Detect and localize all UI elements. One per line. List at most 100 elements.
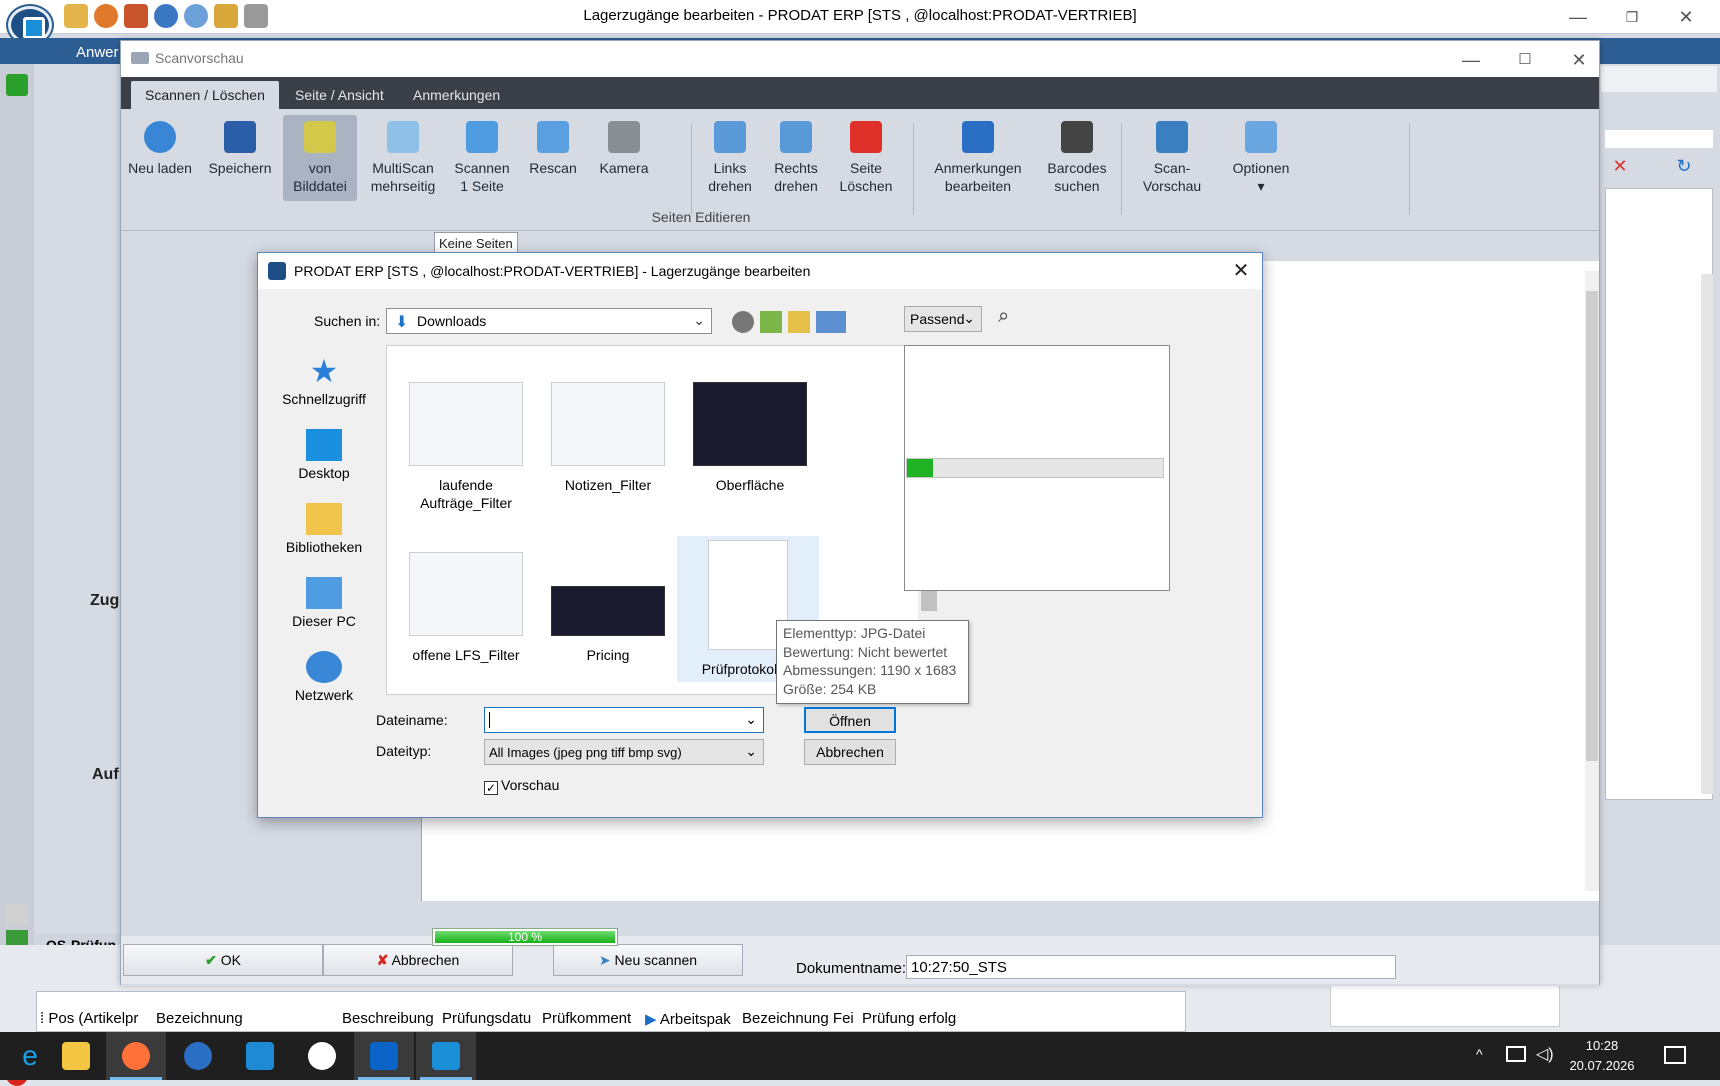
tab-seite-ansicht[interactable]: Seite / Ansicht (281, 81, 398, 109)
clear-icon[interactable]: ✕ (1605, 156, 1635, 180)
internet-explorer-icon: e (22, 1040, 38, 1071)
app-button[interactable] (168, 1032, 228, 1080)
rescan-button[interactable]: Rescan (521, 115, 585, 201)
place-schnellzugriff[interactable]: ★ Schnellzugriff (268, 355, 380, 407)
minimize-button[interactable]: — (1558, 4, 1598, 30)
volume-icon[interactable]: ◁) (1536, 1044, 1554, 1064)
file-item[interactable]: laufende Aufträge_Filter (401, 382, 531, 512)
abbrechen-button[interactable]: ✘ Abbrechen (323, 944, 513, 976)
col-header[interactable]: Bezeichnung Fei (742, 1010, 854, 1027)
scannen-1-seite-button[interactable]: Scannen 1 Seite (447, 115, 517, 201)
clock-icon[interactable] (184, 4, 208, 28)
tab-scannen-loeschen[interactable]: Scannen / Löschen (131, 81, 279, 109)
tab-anmerkungen[interactable]: Anmerkungen (399, 81, 514, 109)
right-list[interactable] (1605, 188, 1713, 800)
doc-scrollbar[interactable] (1585, 271, 1599, 891)
teamviewer-button[interactable] (292, 1032, 352, 1080)
pencil-icon[interactable] (64, 4, 88, 28)
restore-button[interactable]: ❐ (1612, 4, 1652, 30)
filename-input[interactable]: ⌄ (484, 707, 764, 733)
docname-label: Dokumentname: (796, 960, 907, 977)
seite-loeschen-button[interactable]: Seite Löschen (833, 115, 899, 201)
check-icon[interactable] (6, 74, 28, 96)
ribbon-separator (691, 123, 692, 215)
place-dieser-pc[interactable]: Dieser PC (268, 577, 380, 629)
right-field[interactable] (1605, 130, 1713, 148)
docname-input[interactable] (906, 955, 1396, 979)
network-icon[interactable] (1506, 1046, 1526, 1062)
refresh-icon[interactable]: ↻ (1669, 156, 1699, 180)
col-header[interactable]: Prüfkomment (542, 1010, 631, 1027)
optionen-button[interactable]: Optionen ▾ (1219, 115, 1303, 201)
book-icon[interactable] (214, 4, 238, 28)
doc-scroll-thumb[interactable] (1586, 291, 1598, 761)
open-button[interactable]: Öffnen (804, 707, 896, 733)
filetype-dropdown[interactable]: All Images (jpeg png tiff bmp svg) ⌄ (484, 739, 764, 765)
blank-icon[interactable] (6, 904, 28, 926)
new-folder-icon[interactable] (788, 311, 810, 333)
chevron-up-icon[interactable]: ^ (1476, 1046, 1483, 1062)
vscode-button[interactable] (230, 1032, 290, 1080)
chevron-down-icon[interactable]: ⌄ (745, 711, 757, 728)
zoom-dropdown[interactable]: Passend ⌄ (904, 306, 982, 332)
file-item[interactable]: offene LFS_Filter (401, 552, 531, 664)
neu-laden-button[interactable]: Neu laden (123, 115, 197, 201)
neu-scannen-button[interactable]: ➤ Neu scannen (553, 944, 743, 976)
col-header[interactable]: Beschreibung (342, 1010, 434, 1027)
place-netzwerk[interactable]: Netzwerk (268, 651, 380, 703)
firefox-icon (122, 1042, 150, 1070)
file-item[interactable]: Notizen_Filter (543, 382, 673, 494)
links-drehen-button[interactable]: Links drehen (699, 115, 761, 201)
box-icon[interactable] (124, 4, 148, 28)
preview-checkbox[interactable]: ✓ Vorschau (484, 777, 559, 795)
document-thumbnail[interactable] (1330, 985, 1560, 1027)
scan-close-button[interactable]: ✕ (1559, 47, 1599, 73)
scan-minimize-button[interactable]: — (1451, 47, 1491, 73)
vscode-icon (246, 1042, 274, 1070)
search-icon[interactable]: ⌕ (998, 305, 1009, 328)
col-header[interactable]: Bezeichnung (156, 1010, 243, 1027)
clock[interactable]: 10:28 20.07.2026 (1560, 1036, 1644, 1076)
lookin-dropdown[interactable]: ⬇ Downloads ⌄ (386, 308, 712, 334)
checkbox-box[interactable]: ✓ (484, 781, 498, 795)
scan-vorschau-button[interactable]: Scan- Vorschau (1129, 115, 1215, 201)
filename-label: Dateiname: (376, 712, 448, 728)
place-bibliotheken[interactable]: Bibliotheken (268, 503, 380, 555)
firefox-button[interactable] (106, 1032, 166, 1080)
file-item[interactable]: Oberfläche (685, 382, 815, 494)
explorer-button[interactable] (46, 1032, 106, 1080)
ok-button[interactable]: ✔ OK (123, 944, 323, 976)
gears-icon[interactable] (244, 4, 268, 28)
speichern-button[interactable]: Speichern (203, 115, 277, 201)
col-header[interactable]: ⁞ Pos (Artikelpr (40, 1010, 138, 1027)
scan-titlebar: Scanvorschau — ☐ ✕ (121, 41, 1599, 77)
right-scrollbar[interactable] (1701, 274, 1713, 794)
menu-item-partial[interactable]: Anwer (58, 38, 128, 64)
view-menu-icon[interactable] (816, 311, 846, 333)
up-folder-icon[interactable] (760, 311, 782, 333)
outlook-button[interactable] (354, 1032, 414, 1080)
notification-icon[interactable] (1664, 1046, 1686, 1064)
handshake-icon[interactable] (94, 4, 118, 28)
dialog-close-button[interactable]: ✕ (1226, 257, 1256, 285)
place-desktop[interactable]: Desktop (268, 429, 380, 481)
back-icon[interactable] (732, 311, 754, 333)
barcodes-suchen-button[interactable]: Barcodes suchen (1039, 115, 1115, 201)
rechts-drehen-button[interactable]: Rechts drehen (765, 115, 827, 201)
outlook-icon (370, 1042, 398, 1070)
mr-icon[interactable] (154, 4, 178, 28)
multiscan-button[interactable]: MultiScan mehrseitig (363, 115, 443, 201)
close-button[interactable]: ✕ (1666, 4, 1706, 30)
options-icon (1245, 121, 1277, 153)
anmerkungen-bearbeiten-button[interactable]: Anmerkungen bearbeiten (921, 115, 1035, 201)
file-item[interactable]: Pricing (543, 552, 673, 664)
scan-maximize-button[interactable]: ☐ (1505, 47, 1545, 73)
col-header[interactable]: Prüfung erfolg (862, 1010, 956, 1027)
dialog-cancel-button[interactable]: Abbrechen (804, 739, 896, 765)
col-header[interactable]: ▶ Arbeitspak (645, 1010, 731, 1028)
prodat-button[interactable] (416, 1032, 476, 1080)
von-bilddatei-button[interactable]: von Bilddatei (283, 115, 357, 201)
kamera-button[interactable]: Kamera (589, 115, 659, 201)
pages-tab[interactable]: Keine Seiten (434, 232, 518, 254)
col-header[interactable]: Prüfungsdatu (442, 1010, 531, 1027)
